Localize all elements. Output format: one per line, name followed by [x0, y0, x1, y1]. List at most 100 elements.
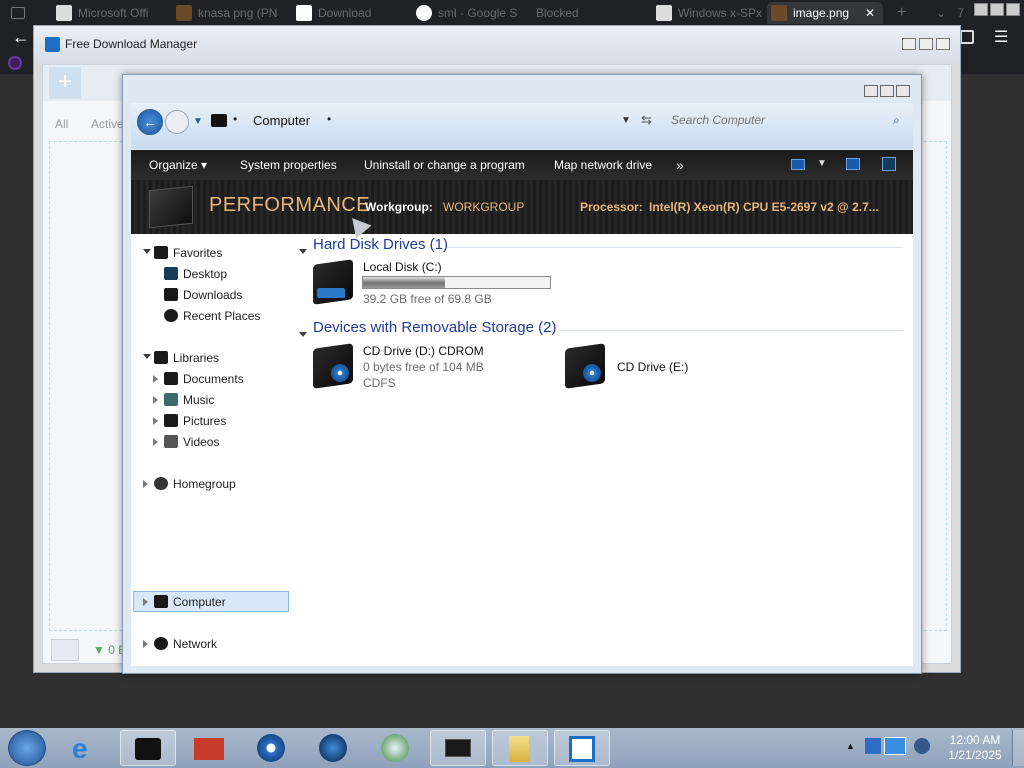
- browser-tab[interactable]: knasa png (PN: [172, 2, 282, 24]
- group-header-hdd[interactable]: Hard Disk Drives (1): [313, 236, 448, 253]
- map-network-drive-button[interactable]: Map network drive: [554, 150, 652, 180]
- browser-tab[interactable]: sml - Google S: [412, 2, 527, 24]
- breadcrumb-computer[interactable]: Computer: [253, 113, 310, 128]
- close-icon[interactable]: [896, 85, 910, 97]
- tab-search-button[interactable]: [0, 2, 36, 24]
- taskbar-explorer[interactable]: [120, 730, 176, 766]
- add-download-button[interactable]: +: [49, 67, 81, 99]
- drive-d[interactable]: CD Drive (D:) CDROM 0 bytes free of 104 …: [309, 343, 539, 404]
- drive-e[interactable]: CD Drive (E:): [563, 343, 743, 404]
- expand-arrow-icon[interactable]: [143, 480, 148, 488]
- filter-active-tab[interactable]: Active: [91, 117, 124, 131]
- browser-tab[interactable]: Windows x-SPx: [652, 2, 762, 24]
- processor-label: Processor:: [580, 200, 643, 214]
- expand-arrow-icon[interactable]: [143, 640, 148, 648]
- nav-desktop[interactable]: Desktop: [164, 264, 227, 284]
- taskbar-ie[interactable]: e: [60, 730, 116, 766]
- menu-icon[interactable]: ☰: [994, 27, 1008, 47]
- history-dropdown-icon[interactable]: ▼: [193, 116, 203, 127]
- show-desktop-button[interactable]: [1012, 730, 1024, 766]
- taskbar-app[interactable]: [492, 730, 548, 766]
- preview-pane-icon[interactable]: [846, 158, 860, 170]
- nav-videos[interactable]: Videos: [164, 432, 219, 452]
- tab-list-button[interactable]: ⌄ 7: [930, 2, 964, 24]
- expand-arrow-icon[interactable]: [143, 249, 151, 254]
- tray-clock[interactable]: 12:00 AM 1/21/2025: [945, 733, 1005, 763]
- search-icon[interactable]: ⌕: [893, 113, 900, 128]
- forward-button[interactable]: [165, 110, 189, 134]
- drive-usage-bar: [362, 276, 551, 289]
- nav-pictures[interactable]: Pictures: [164, 411, 226, 431]
- tray-app-icon[interactable]: [864, 737, 882, 755]
- expand-arrow-icon[interactable]: [153, 417, 158, 425]
- network-tray-icon[interactable]: [884, 737, 906, 755]
- minimize-icon[interactable]: [974, 3, 988, 16]
- uninstall-program-button[interactable]: Uninstall or change a program: [364, 150, 525, 180]
- expand-arrow-icon[interactable]: [143, 354, 151, 359]
- expand-arrow-icon[interactable]: [153, 375, 158, 383]
- browser-tab[interactable]: Blocked: [532, 2, 622, 24]
- taskbar-app[interactable]: [182, 730, 238, 766]
- fdm-logo-icon: [569, 736, 595, 762]
- workgroup-label: Workgroup:: [365, 200, 433, 214]
- speed-icon[interactable]: [51, 639, 79, 661]
- taskbar-app[interactable]: [430, 730, 486, 766]
- expand-arrow-icon[interactable]: [153, 438, 158, 446]
- nav-homegroup[interactable]: Homegroup: [154, 474, 236, 494]
- share-icon[interactable]: [960, 30, 974, 44]
- close-icon[interactable]: [1006, 3, 1020, 16]
- tray-expand-icon[interactable]: ▲: [846, 741, 855, 751]
- nav-downloads[interactable]: Downloads: [164, 285, 242, 305]
- expand-arrow-icon[interactable]: [143, 598, 148, 606]
- nav-network[interactable]: Network: [154, 634, 217, 654]
- address-dropdown-icon[interactable]: ▼: [621, 115, 631, 126]
- taskbar-fdm[interactable]: [554, 730, 610, 766]
- nav-label: Documents: [183, 372, 244, 386]
- drive-c[interactable]: Local Disk (C:) 39.2 GB free of 69.8 GB: [309, 259, 559, 320]
- browser-tab[interactable]: Download: [292, 2, 402, 24]
- maximize-icon[interactable]: [919, 38, 933, 50]
- volume-icon[interactable]: [914, 738, 930, 754]
- minimize-icon[interactable]: [902, 38, 916, 50]
- nav-computer[interactable]: Computer: [154, 592, 226, 612]
- maximize-icon[interactable]: [880, 85, 894, 97]
- taskbar-media-player[interactable]: [244, 730, 300, 766]
- nav-documents[interactable]: Documents: [164, 369, 244, 389]
- google-icon: [416, 5, 432, 21]
- close-icon[interactable]: [936, 38, 950, 50]
- nav-music[interactable]: Music: [164, 390, 214, 410]
- fdm-titlebar: Free Download Manager: [34, 26, 960, 64]
- filter-all-tab[interactable]: All: [55, 117, 68, 131]
- nav-libraries[interactable]: Libraries: [154, 348, 219, 368]
- organize-button[interactable]: Organize ▾: [149, 150, 207, 180]
- 7zip-icon: [296, 5, 312, 21]
- refresh-icon[interactable]: ⇆: [641, 112, 652, 128]
- collapse-group-icon[interactable]: [299, 332, 307, 337]
- maximize-icon[interactable]: [990, 3, 1004, 16]
- new-tab-button[interactable]: +: [893, 2, 917, 24]
- help-icon[interactable]: [882, 157, 896, 171]
- system-properties-button[interactable]: System properties: [240, 150, 337, 180]
- breadcrumb-separator[interactable]: •: [233, 112, 237, 126]
- start-button[interactable]: [8, 730, 46, 766]
- collapse-group-icon[interactable]: [299, 249, 307, 254]
- taskbar-app[interactable]: [306, 730, 362, 766]
- breadcrumb-separator[interactable]: •: [327, 112, 331, 126]
- expand-arrow-icon[interactable]: [153, 396, 158, 404]
- nav-recent-places[interactable]: Recent Places: [164, 306, 260, 326]
- content-pane: Devices with Removable Storage (2) Hard …: [291, 234, 913, 666]
- search-input[interactable]: [671, 109, 911, 131]
- back-button[interactable]: ←: [137, 109, 163, 135]
- view-dropdown-icon[interactable]: ▼: [817, 158, 827, 169]
- back-arrow-icon[interactable]: ←: [12, 27, 30, 48]
- bookmark-icon[interactable]: [8, 56, 22, 70]
- nav-favorites[interactable]: Favorites: [154, 243, 222, 263]
- browser-tab-active[interactable]: image.png ✕: [767, 2, 883, 24]
- browser-tab[interactable]: Microsoft Offi: [52, 2, 162, 24]
- tab-close-icon[interactable]: ✕: [865, 2, 875, 24]
- more-commands-button[interactable]: »: [676, 150, 684, 180]
- group-header-removable[interactable]: Devices with Removable Storage (2): [313, 319, 556, 336]
- change-view-icon[interactable]: [791, 159, 805, 170]
- minimize-icon[interactable]: [864, 85, 878, 97]
- taskbar-app[interactable]: [368, 730, 424, 766]
